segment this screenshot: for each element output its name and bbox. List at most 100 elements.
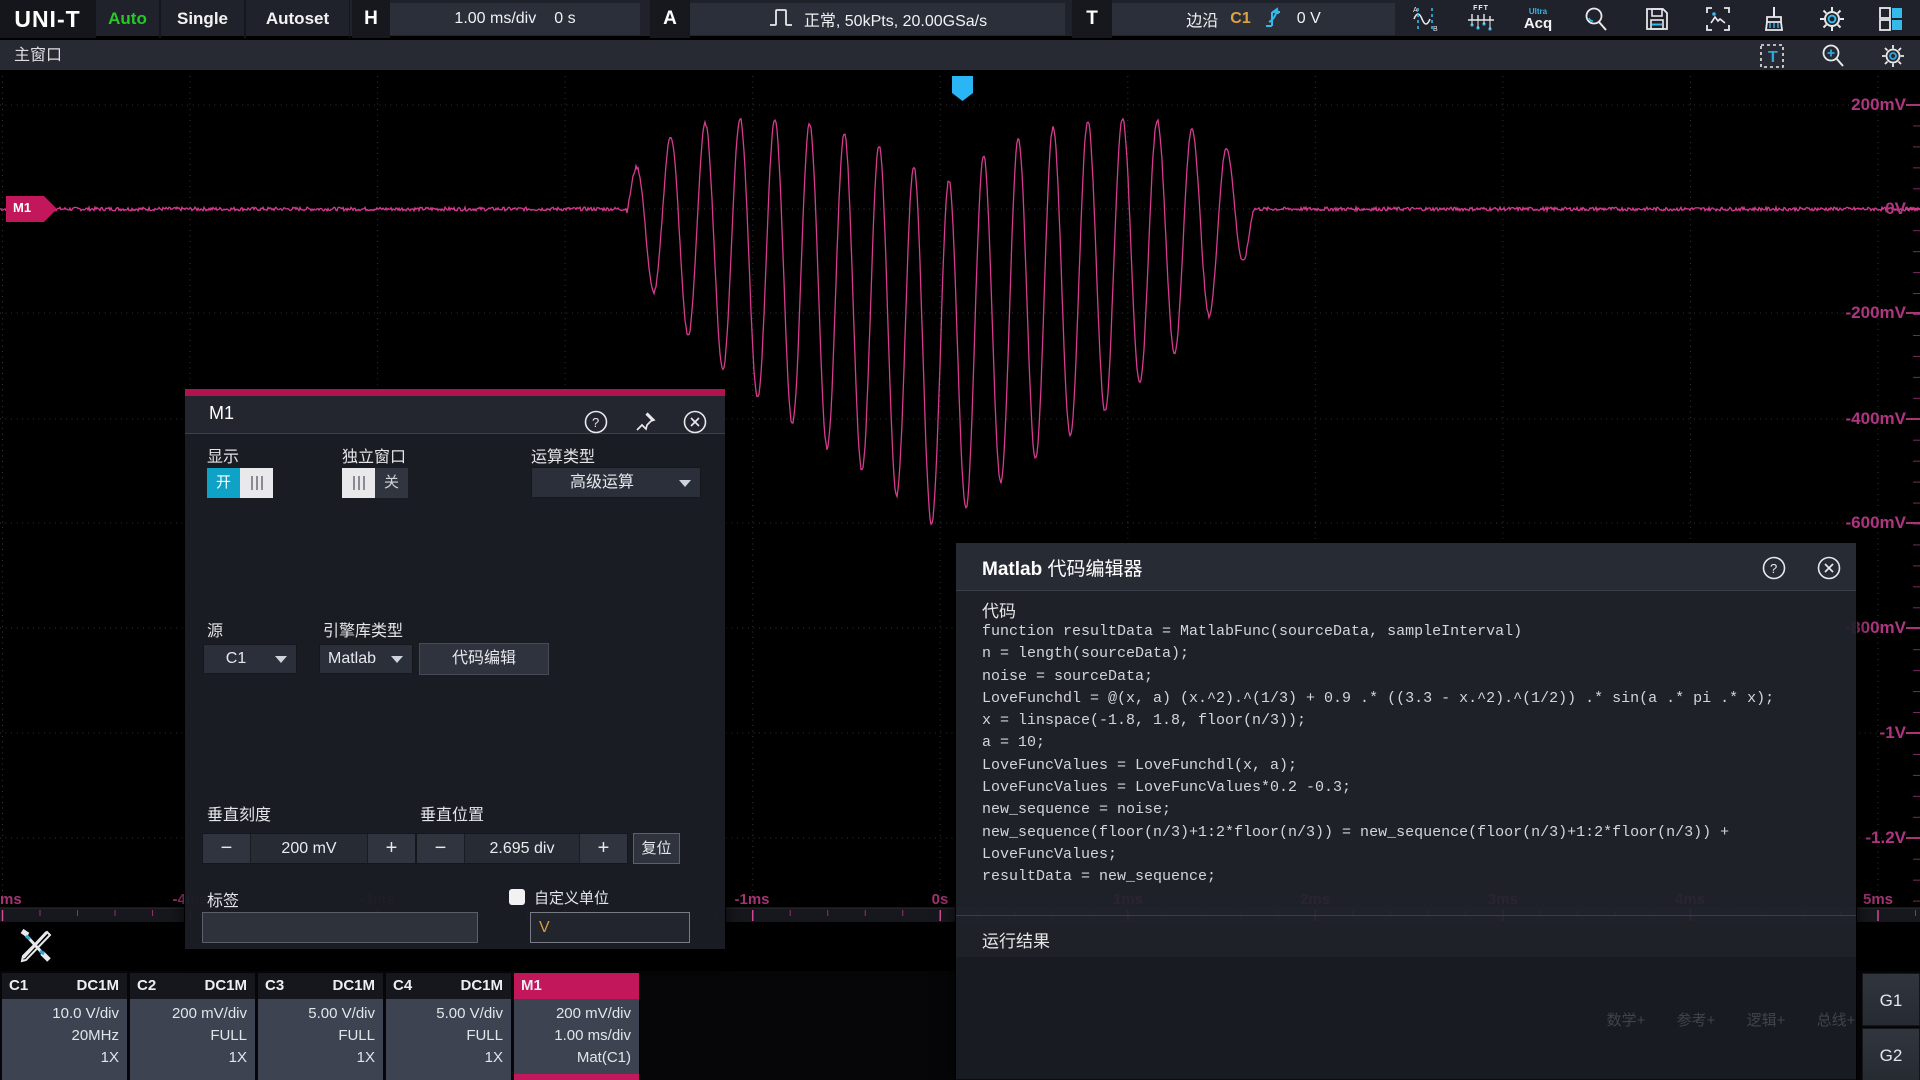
channel-card-c4[interactable]: C4DC1M5.00 V/divFULL1X <box>386 973 511 1080</box>
v-axis-label: -600mV <box>1846 513 1906 533</box>
dim-background-button: 数学+ <box>1593 1009 1659 1030</box>
reset-button[interactable]: 复位 <box>633 833 680 864</box>
code-line: new_sequence(floor(n/3)+1:2*floor(n/3)) … <box>982 822 1838 867</box>
m1-dialog-title: M1 <box>209 403 234 424</box>
vscale-value[interactable]: 200 mV <box>250 834 368 863</box>
search-icon[interactable] <box>1578 2 1614 36</box>
m1-trace-marker-label: M1 <box>13 200 31 215</box>
custom-unit-label: 自定义单位 <box>534 887 609 908</box>
trigger-position-marker[interactable] <box>952 76 974 107</box>
clear-brush-icon[interactable] <box>1756 2 1792 36</box>
text-annotation-icon[interactable]: T <box>1758 43 1786 69</box>
operation-type-dropdown[interactable]: 高级运算 <box>531 467 701 498</box>
independent-toggle-grip <box>342 468 375 498</box>
channel-id: M1 <box>521 977 542 994</box>
channel-id: C1 <box>9 977 28 994</box>
custom-unit-checkbox[interactable] <box>509 889 525 905</box>
dialog-accent-bar <box>185 389 725 396</box>
save-icon[interactable] <box>1639 2 1675 36</box>
channel-setting: FULL <box>338 1027 375 1044</box>
display-settings-gear-icon[interactable] <box>1879 43 1907 69</box>
vscale-increment-button[interactable]: + <box>368 834 415 863</box>
close-icon[interactable] <box>1817 556 1841 580</box>
vpos-decrement-button[interactable]: − <box>417 834 464 863</box>
help-icon[interactable]: ? <box>1762 556 1786 580</box>
vpos-increment-button[interactable]: + <box>580 834 627 863</box>
channel-card-c3[interactable]: C3DC1M5.00 V/divFULL1X <box>258 973 383 1080</box>
single-button[interactable]: Single <box>160 0 245 38</box>
channel-card-c2[interactable]: C2DC1M200 mV/divFULL1X <box>130 973 255 1080</box>
channel-card-header: C1DC1M <box>2 973 127 999</box>
tag-input[interactable] <box>202 912 478 943</box>
channel-card-c1[interactable]: C1DC1M10.0 V/div20MHz1X <box>2 973 127 1080</box>
display-label: 显示 <box>207 443 239 467</box>
trigger-panel[interactable]: 边沿 C1 0 V <box>1112 3 1395 35</box>
screenshot-icon[interactable] <box>1700 2 1736 36</box>
code-line: new_sequence = noise; <box>982 799 1838 821</box>
independent-window-toggle[interactable]: 关 <box>342 468 408 498</box>
zoom-in-icon[interactable] <box>1819 43 1847 69</box>
display-toggle-grip <box>240 468 273 498</box>
code-line: noise = sourceData; <box>982 666 1838 688</box>
ultra-acq-icon[interactable]: Ultra Acq <box>1520 2 1556 36</box>
svg-text:B: B <box>1433 26 1438 33</box>
operation-type-label: 运算类型 <box>531 443 595 467</box>
m1-trace-marker[interactable]: M1 <box>6 196 58 227</box>
annotation-tools-icon[interactable] <box>14 925 56 972</box>
auto-button[interactable]: Auto <box>95 0 160 38</box>
svg-text:T: T <box>1768 49 1778 66</box>
acquire-panel[interactable]: 正常, 50kPts, 20.00GSa/s <box>690 3 1065 35</box>
channel-setting: FULL <box>210 1027 247 1044</box>
channel-setting: 1X <box>485 1049 503 1066</box>
m1-math-dialog: M1 ? 显示 开 独立窗口 关 运算类型 高级运算 源 C1 <box>184 388 726 950</box>
unit-input[interactable]: V <box>530 912 690 943</box>
autoset-button[interactable]: Autoset <box>245 0 350 38</box>
vertical-position-stepper: − 2.695 div + <box>416 833 628 864</box>
code-line: function resultData = MatlabFunc(sourceD… <box>982 621 1838 643</box>
engine-dropdown[interactable]: Matlab <box>319 644 413 674</box>
help-icon[interactable]: ? <box>584 410 608 434</box>
code-text[interactable]: function resultData = MatlabFunc(sourceD… <box>982 621 1838 889</box>
channel-setting: 1X <box>357 1049 375 1066</box>
code-line: LoveFuncValues = LoveFuncValues*0.2 -0.3… <box>982 777 1838 799</box>
independent-toggle-off: 关 <box>375 468 408 498</box>
code-edit-button[interactable]: 代码编辑 <box>419 643 549 675</box>
g1-button[interactable]: G1 <box>1862 973 1920 1026</box>
channel-card-header: C2DC1M <box>130 973 255 999</box>
channel-coupling: DC1M <box>204 977 247 994</box>
vscale-decrement-button[interactable]: − <box>203 834 250 863</box>
code-line: x = linspace(-1.8, 1.8, floor(n/3)); <box>982 710 1838 732</box>
channel-card-m1[interactable]: M1200 mV/div1.00 ms/divMat(C1) <box>514 973 639 1080</box>
trigger-mode: 边沿 <box>1186 7 1218 31</box>
dim-background-button: 逻辑+ <box>1733 1009 1799 1030</box>
cursor-measure-icon[interactable]: AB <box>1407 2 1443 36</box>
g2-button[interactable]: G2 <box>1862 1028 1920 1080</box>
svg-text:A: A <box>1413 7 1418 14</box>
vertical-position-label: 垂直位置 <box>420 801 484 825</box>
editor-header[interactable]: Matlab 代码编辑器 ? <box>956 543 1856 591</box>
editor-title-cjk: 代码编辑器 <box>1042 559 1142 580</box>
trigger-key: T <box>1072 0 1112 38</box>
chevron-down-icon <box>275 656 287 663</box>
display-toggle-on: 开 <box>207 468 240 498</box>
fft-icon-label: FFT <box>1473 5 1489 12</box>
vpos-value[interactable]: 2.695 div <box>464 834 580 863</box>
engine-value: Matlab <box>320 645 384 673</box>
channel-accent-bar <box>514 1074 639 1080</box>
settings-gear-icon[interactable] <box>1814 2 1850 36</box>
channel-card-header: C4DC1M <box>386 973 511 999</box>
matlab-code-editor-dialog: Matlab 代码编辑器 ? 代码 function resultData = … <box>955 542 1857 1080</box>
source-dropdown[interactable]: C1 <box>203 644 297 674</box>
m1-dialog-header[interactable]: M1 ? <box>185 396 725 434</box>
horizontal-panel[interactable]: 1.00 ms/div 0 s <box>390 3 640 35</box>
fft-icon[interactable]: FFT <box>1463 2 1499 36</box>
t-axis-label: 5ms <box>1848 891 1908 908</box>
vertical-scale-label: 垂直刻度 <box>207 801 271 825</box>
dim-background-button: 参考+ <box>1663 1009 1729 1030</box>
window-layout-icon[interactable] <box>1873 2 1909 36</box>
display-toggle[interactable]: 开 <box>207 468 273 498</box>
pin-icon[interactable] <box>633 410 657 434</box>
window-title: 主窗口 <box>14 40 62 72</box>
code-section-label: 代码 <box>982 597 1016 622</box>
close-icon[interactable] <box>683 410 707 434</box>
